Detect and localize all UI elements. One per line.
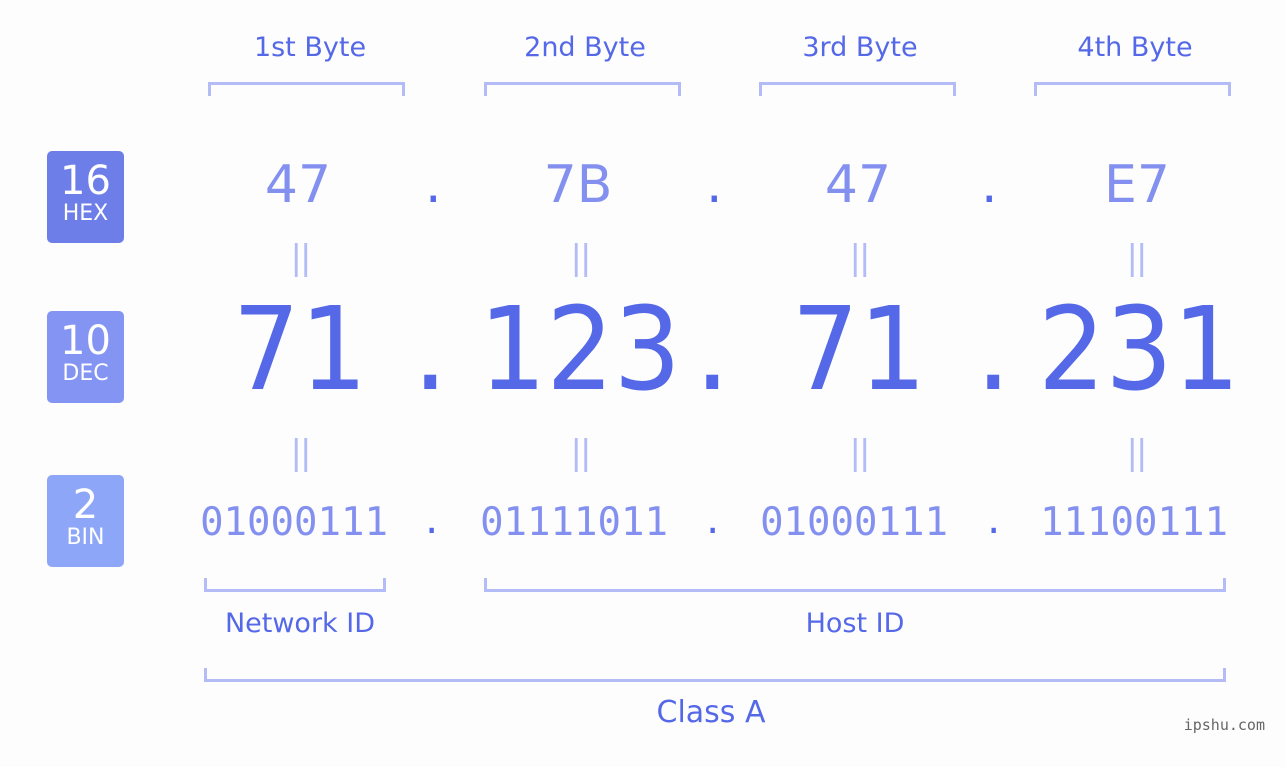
equals-sign: || [849,238,871,278]
bin-dot-2: . [706,494,720,543]
watermark: ipshu.com [1183,716,1265,734]
byte-header-2: 2nd Byte [524,32,646,63]
dec-value-1: 71 [232,283,368,417]
bin-value-2: 01111011 [480,500,668,545]
hex-base: 16 [60,158,111,204]
bin-value-1: 01000111 [200,500,388,545]
equals-sign: || [290,238,312,278]
host-id-label: Host ID [805,608,905,639]
dec-badge: 10 DEC [47,311,124,403]
hex-value-2: 7B [543,155,613,215]
byte-header-4: 4th Byte [1077,32,1193,63]
bin-label: BIN [66,525,105,550]
dec-value-2: 123 [479,283,681,417]
equals-sign: || [1126,238,1148,278]
equals-sign: || [290,433,312,473]
network-id-label: Network ID [224,608,376,639]
byte-header-3: 3rd Byte [802,32,918,63]
hex-badge: 16 HEX [47,151,124,243]
bin-dot-1: . [425,494,439,543]
byte-bracket-2 [484,82,681,96]
dec-base: 10 [60,318,111,364]
byte-bracket-1 [208,82,405,96]
dec-dot-1: . [412,283,449,417]
class-label: Class A [656,695,766,730]
hex-value-1: 47 [264,155,332,215]
equals-sign: || [570,433,592,473]
equals-sign: || [1126,433,1148,473]
hex-value-4: E7 [1104,155,1170,215]
dec-value-4: 231 [1038,283,1240,417]
dec-label: DEC [62,361,109,386]
byte-bracket-3 [759,82,956,96]
hex-value-3: 47 [824,155,892,215]
network-id-bracket [204,578,386,592]
bin-badge: 2 BIN [47,475,124,567]
hex-dot-2: . [706,155,723,215]
hex-label: HEX [62,201,109,226]
equals-sign: || [570,238,592,278]
dec-dot-2: . [694,283,731,417]
hex-dot-3: . [981,155,998,215]
bin-value-4: 11100111 [1040,500,1228,545]
bin-value-3: 01000111 [760,500,948,545]
equals-sign: || [849,433,871,473]
class-bracket [204,668,1226,682]
host-id-bracket [484,578,1226,592]
dec-value-3: 71 [791,283,927,417]
bin-dot-3: . [987,494,1001,543]
dec-dot-3: . [975,283,1012,417]
hex-dot-1: . [425,155,442,215]
byte-header-1: 1st Byte [253,32,367,63]
byte-bracket-4 [1034,82,1231,96]
bin-base: 2 [72,482,99,528]
